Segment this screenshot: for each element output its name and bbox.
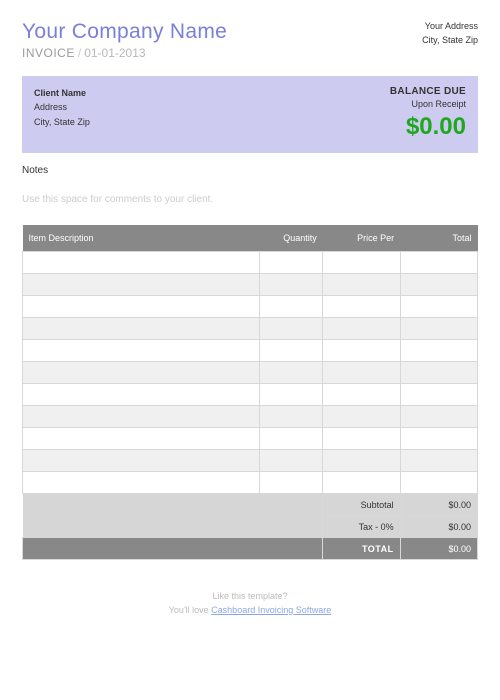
table-row	[23, 450, 478, 472]
tax-value: $0.00	[400, 516, 477, 538]
footer-line2: You'll love Cashboard Invoicing Software	[22, 604, 478, 618]
sender-address: Your Address City, State Zip	[422, 20, 478, 60]
col-total: Total	[400, 225, 477, 252]
table-header-row: Item Description Quantity Price Per Tota…	[23, 225, 478, 252]
table-row	[23, 296, 478, 318]
table-row	[23, 428, 478, 450]
footer-prefix: You'll love	[169, 605, 211, 615]
subtotal-row: Subtotal $0.00	[23, 494, 478, 516]
col-quantity: Quantity	[259, 225, 323, 252]
your-city-state-zip: City, State Zip	[422, 34, 478, 48]
company-name: Your Company Name	[22, 20, 227, 44]
footer-link[interactable]: Cashboard Invoicing Software	[211, 605, 331, 615]
col-description: Item Description	[23, 225, 260, 252]
client-address: Address	[34, 100, 90, 114]
invoice-separator: /	[78, 46, 81, 60]
table-row	[23, 274, 478, 296]
notes-placeholder: Use this space for comments to your clie…	[22, 194, 478, 205]
tax-label: Tax - 0%	[323, 516, 400, 538]
invoice-line: INVOICE/01-01-2013	[22, 46, 227, 60]
table-row	[23, 472, 478, 494]
table-row	[23, 362, 478, 384]
notes-label: Notes	[22, 165, 478, 176]
balance-amount: $0.00	[390, 113, 466, 141]
table-row	[23, 252, 478, 274]
invoice-label: INVOICE	[22, 46, 75, 60]
your-address: Your Address	[422, 20, 478, 34]
invoice-date: 01-01-2013	[84, 46, 145, 60]
payment-terms: Upon Receipt	[390, 99, 466, 109]
balance-due-label: BALANCE DUE	[390, 86, 466, 97]
total-value: $0.00	[400, 538, 477, 560]
line-items-table: Item Description Quantity Price Per Tota…	[22, 225, 478, 560]
total-row: TOTAL $0.00	[23, 538, 478, 560]
header-left: Your Company Name INVOICE/01-01-2013	[22, 20, 227, 60]
client-city-state-zip: City, State Zip	[34, 115, 90, 129]
table-row	[23, 318, 478, 340]
client-info: Client Name Address City, State Zip	[34, 86, 90, 141]
col-price-per: Price Per	[323, 225, 400, 252]
subtotal-value: $0.00	[400, 494, 477, 516]
table-row	[23, 384, 478, 406]
footer-line1: Like this template?	[22, 590, 478, 604]
balance-info: BALANCE DUE Upon Receipt $0.00	[390, 86, 466, 141]
header: Your Company Name INVOICE/01-01-2013 You…	[22, 20, 478, 60]
subtotal-label: Subtotal	[323, 494, 400, 516]
tax-row: Tax - 0% $0.00	[23, 516, 478, 538]
footer: Like this template? You'll love Cashboar…	[22, 590, 478, 617]
table-row	[23, 406, 478, 428]
client-box: Client Name Address City, State Zip BALA…	[22, 76, 478, 153]
table-row	[23, 340, 478, 362]
client-name: Client Name	[34, 86, 90, 100]
total-label: TOTAL	[323, 538, 400, 560]
